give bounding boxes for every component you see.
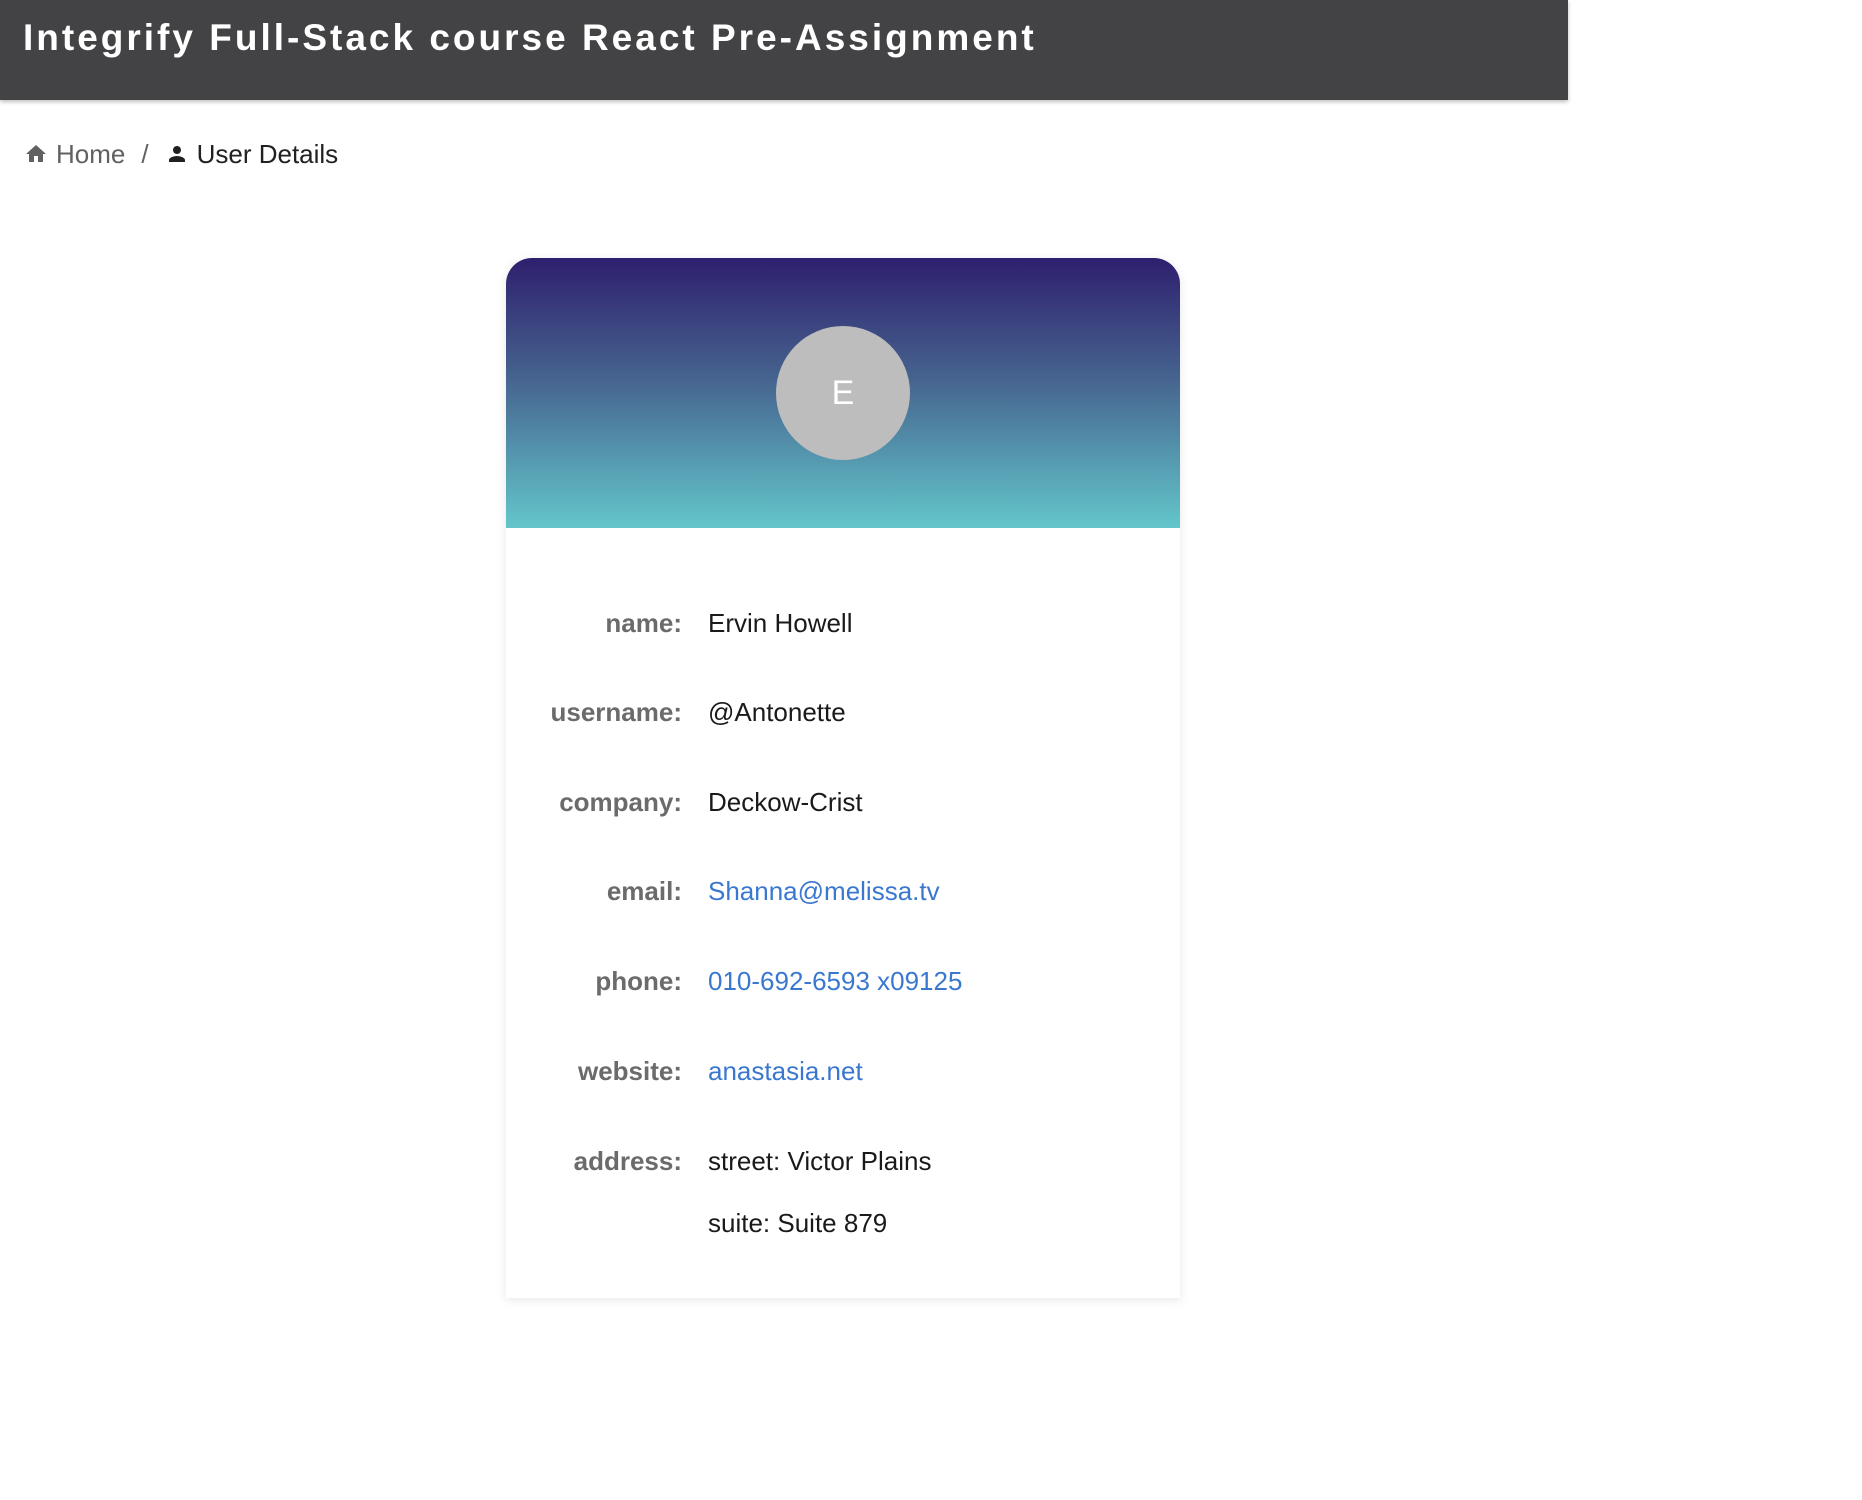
- email-label: email:: [606, 876, 682, 906]
- name-row: name: Ervin Howell: [506, 603, 1180, 643]
- person-icon: [165, 142, 189, 166]
- phone-link[interactable]: 010-692-6593 x09125: [708, 961, 962, 1001]
- user-details-card: E name: Ervin Howell username: @Antonett…: [506, 258, 1180, 1298]
- breadcrumb-current: User Details: [165, 138, 339, 170]
- company-row: company: Deckow-Crist: [506, 782, 1180, 822]
- card-header: E: [506, 258, 1180, 528]
- address-suite-row: suite: Suite 879: [506, 1203, 1180, 1243]
- email-row: email: Shanna@melissa.tv: [506, 871, 1180, 911]
- breadcrumb-current-label: User Details: [196, 138, 339, 169]
- breadcrumb-separator: /: [141, 138, 149, 169]
- breadcrumb: Home / User Details: [24, 136, 338, 172]
- name-value: Ervin Howell: [708, 608, 853, 638]
- app-bar: Integrify Full-Stack course React Pre-As…: [0, 0, 1568, 100]
- website-row: website: anastasia.net: [506, 1051, 1180, 1091]
- username-row: username: @Antonette: [506, 692, 1180, 732]
- address-row: address: street: Victor Plains: [506, 1141, 1180, 1181]
- company-label: company:: [559, 787, 682, 817]
- phone-label: phone:: [595, 966, 682, 996]
- breadcrumb-home-label: Home: [56, 138, 126, 169]
- app-title: Integrify Full-Stack course React Pre-As…: [23, 17, 1037, 58]
- website-link[interactable]: anastasia.net: [708, 1051, 863, 1091]
- company-value: Deckow-Crist: [708, 787, 863, 817]
- avatar: E: [776, 326, 910, 460]
- username-value: @Antonette: [708, 697, 846, 727]
- email-link[interactable]: Shanna@melissa.tv: [708, 871, 940, 911]
- phone-row: phone: 010-692-6593 x09125: [506, 961, 1180, 1001]
- address-street: street: Victor Plains: [708, 1146, 932, 1176]
- address-label: address:: [573, 1146, 682, 1176]
- address-suite: suite: Suite 879: [708, 1208, 888, 1238]
- username-label: username:: [550, 697, 683, 727]
- name-label: name:: [605, 608, 682, 638]
- website-label: website:: [577, 1056, 682, 1086]
- breadcrumb-home-link[interactable]: Home: [24, 139, 125, 170]
- home-icon: [24, 142, 48, 166]
